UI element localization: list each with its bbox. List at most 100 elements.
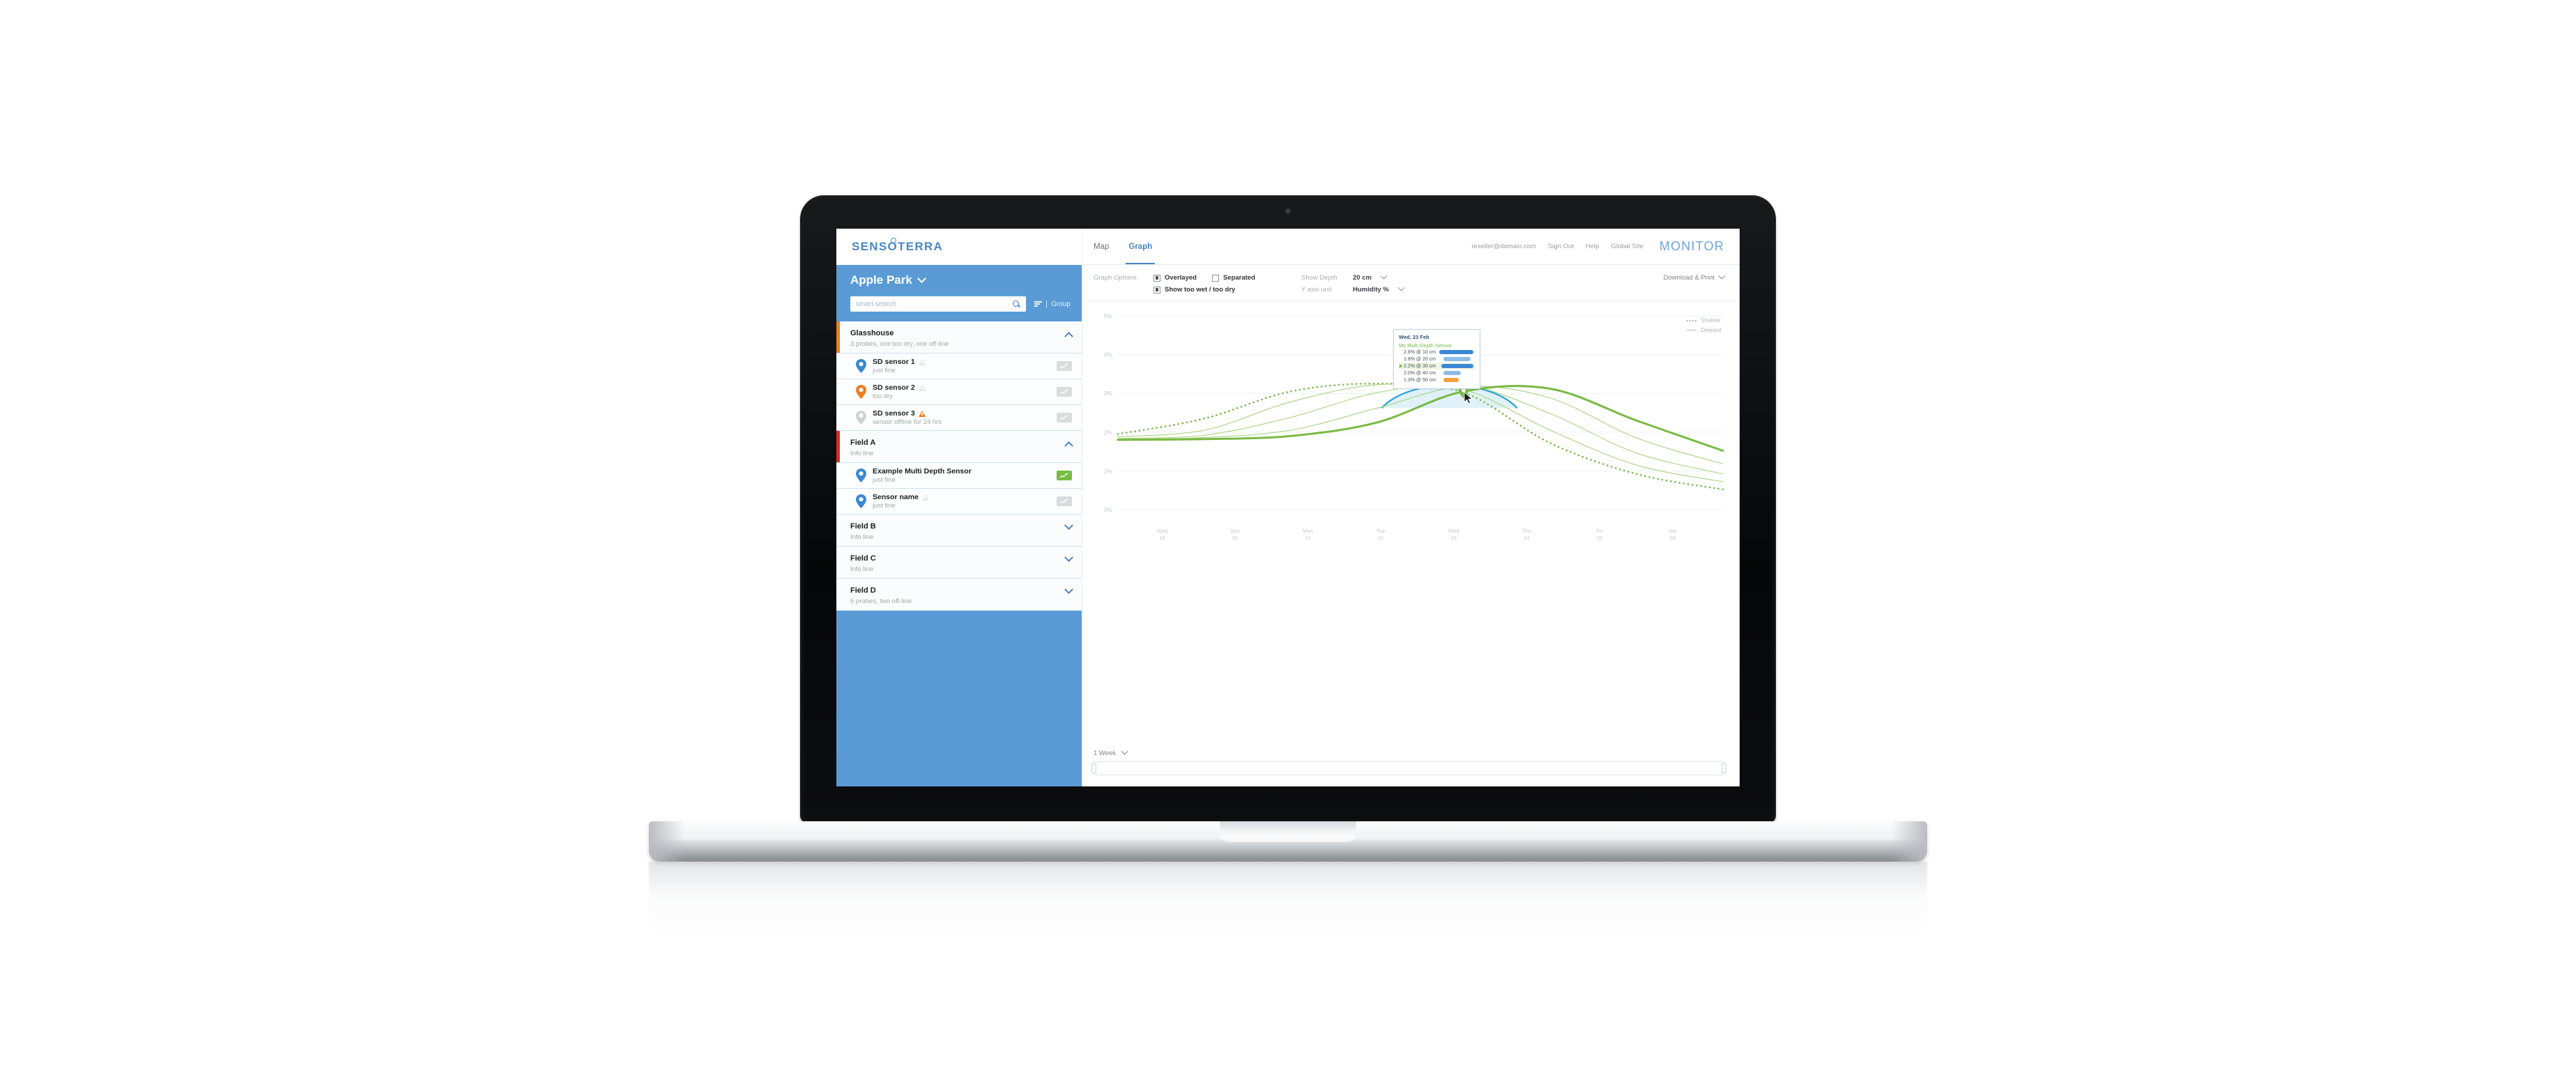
time-range-value: 1 Week <box>1094 749 1117 757</box>
sensor-group-list: Glasshouse 3 probes, one too dry, one off… <box>836 321 1082 611</box>
tab-map[interactable]: Map <box>1094 229 1109 264</box>
map-pin-icon <box>856 359 866 373</box>
sensor-row[interactable]: Sensor name just fine <box>836 489 1082 515</box>
show-too-wet-too-dry-checkbox[interactable]: Show too wet / too dry <box>1153 286 1235 294</box>
group-text: Field C Info line <box>850 551 876 573</box>
group-name: Field D <box>850 586 876 595</box>
tooltip-row-bar <box>1443 371 1462 375</box>
laptop-reflection <box>649 862 1927 938</box>
x-tick-date: 16 <box>1159 535 1165 542</box>
sensor-info: Example Multi Depth Sensor just fine <box>873 467 1050 484</box>
group-accent-bar <box>836 579 840 610</box>
sensor-group-field-b[interactable]: Field B Info line <box>836 515 1082 547</box>
sensor-chart-toggle[interactable] <box>1057 413 1072 422</box>
sensor-status: just fine <box>873 476 896 484</box>
sensor-group-field-c[interactable]: Field C Info line <box>836 547 1082 579</box>
sensoterra-app: SENSOTERRA Apple Park smart search Group… <box>836 229 1740 786</box>
search-input[interactable] <box>856 300 1013 308</box>
group-toggle[interactable] <box>1064 438 1073 450</box>
y-axis-unit-select[interactable]: Humidity % <box>1353 284 1405 294</box>
search-row: Group <box>850 296 1071 312</box>
group-text: Glasshouse 3 probes, one too dry, one off… <box>850 326 949 348</box>
sensor-row[interactable]: SD sensor 2 too dry <box>836 379 1082 405</box>
tab-graph[interactable]: Graph <box>1126 229 1156 264</box>
show-depth-select[interactable]: 20 cm <box>1353 272 1388 282</box>
chart-legend: Shallow Deepest <box>1687 317 1722 337</box>
time-range-slider[interactable] <box>1091 761 1726 775</box>
screenshot-stage: SENSOTERRA Apple Park smart search Group… <box>0 0 2576 1089</box>
sensor-row[interactable]: Example Multi Depth Sensor just fine <box>836 463 1082 489</box>
group-button[interactable]: Group <box>1034 300 1071 308</box>
sensor-info: Sensor name just fine <box>873 493 1050 510</box>
sensor-chart-toggle[interactable] <box>1057 471 1072 480</box>
map-pin-icon <box>856 385 866 399</box>
tooltip-row: 2.6% @ 10 cm <box>1399 349 1475 356</box>
group-accent-bar <box>836 431 840 462</box>
time-range-select[interactable]: 1 Week <box>1094 747 1724 757</box>
chart-plot[interactable]: 0% 1% 2% 3% 4% 5% Shallow Deepest Wed, 23 Feb … <box>1094 310 1724 526</box>
x-tick-day: Sun <box>1230 528 1240 534</box>
graph-options-bar: Graph Options Overlayed Separated Show D… <box>1082 265 1740 302</box>
slider-handle-left[interactable] <box>1091 763 1096 773</box>
monitor-product-logo: MONITOR <box>1659 239 1724 253</box>
sensor-group-glasshouse[interactable]: Glasshouse 3 probes, one too dry, one off… <box>836 321 1082 353</box>
sensor-status: just fine <box>873 502 896 510</box>
y-axis-unit-value: Humidity % <box>1353 286 1389 294</box>
group-toggle[interactable] <box>1064 553 1073 566</box>
tooltip-row-value: 2.2% @ 30 cm <box>1404 363 1436 369</box>
sensor-row[interactable]: SD sensor 1 just fine <box>836 353 1082 379</box>
group-toggle[interactable] <box>1064 521 1073 534</box>
tooltip-row-bar <box>1443 378 1459 382</box>
search-icon[interactable] <box>1013 300 1020 308</box>
group-text: Field A Info line <box>850 436 875 457</box>
chevron-down-icon <box>1121 747 1128 755</box>
x-tick-date: 25 <box>1596 535 1603 542</box>
sidebar: SENSOTERRA Apple Park smart search Group… <box>836 229 1082 786</box>
farm-selector[interactable]: Apple Park <box>850 273 1071 287</box>
group-button-label: Group <box>1051 300 1071 308</box>
logo-part-2: TERRA <box>898 240 944 253</box>
x-tick-date: 26 <box>1669 535 1676 542</box>
help-link[interactable]: Help <box>1586 243 1600 250</box>
group-name: Field C <box>850 554 876 563</box>
sensor-group-field-d[interactable]: Field D 6 probes, two off-line <box>836 579 1082 611</box>
tooltip-row-value: 1.8% @ 20 cm <box>1404 356 1436 362</box>
tooltip-row-value: 2.6% @ 10 cm <box>1404 349 1436 355</box>
brand-header: SENSOTERRA <box>836 229 1082 265</box>
map-pin-icon <box>856 494 866 508</box>
separated-checkbox[interactable]: Separated <box>1211 274 1255 282</box>
chevron-up-icon <box>1064 331 1073 341</box>
search-box[interactable] <box>850 296 1027 312</box>
download-print-label: Download & Print <box>1663 274 1715 282</box>
sensor-row[interactable]: SD sensor 3 sensor offline for 24 hrs <box>836 405 1082 431</box>
sensor-chart-toggle[interactable] <box>1057 387 1072 397</box>
tooltip-rows: 2.6% @ 10 cm 1.8% @ 20 cm 2.2% @ 30 cm 2.0%… <box>1399 349 1475 383</box>
tooltip-sensor-name: My Multi Depth Sensor <box>1399 342 1452 349</box>
group-toggle[interactable] <box>1064 585 1073 598</box>
sign-out-link[interactable]: Sign Out <box>1548 243 1574 250</box>
graph-options-row-1: Graph Options Overlayed Separated Show D… <box>1094 272 1726 284</box>
chevron-down-icon <box>1380 272 1388 280</box>
sensor-chart-toggle[interactable] <box>1057 361 1072 371</box>
x-tick-date: 24 <box>1524 535 1530 542</box>
slider-handle-right[interactable] <box>1722 763 1726 773</box>
sensor-group-field-a[interactable]: Field A Info line <box>836 431 1082 463</box>
sensor-name: Example Multi Depth Sensor <box>873 467 972 475</box>
warning-icon <box>918 384 926 391</box>
tooltip-row-bar <box>1439 350 1473 354</box>
nav-tabs: Map Graph <box>1094 229 1156 264</box>
tooltip-row: 1.3% @ 50 cm <box>1399 376 1475 383</box>
x-axis-tick: Sun 20 <box>1199 528 1272 542</box>
divider <box>1046 300 1048 308</box>
group-text: Field D 6 probes, two off-line <box>850 584 912 605</box>
sensor-chart-toggle[interactable] <box>1057 496 1072 506</box>
user-email[interactable]: reseller@domain.com <box>1471 243 1536 250</box>
tooltip-row-bar <box>1443 357 1471 361</box>
overlayed-checkbox[interactable]: Overlayed <box>1153 274 1197 282</box>
group-toggle[interactable] <box>1064 328 1073 341</box>
svg-text:4%: 4% <box>1104 352 1112 358</box>
global-site-link[interactable]: Global Site <box>1611 243 1643 250</box>
overlayed-label: Overlayed <box>1165 274 1197 282</box>
sensor-status: too dry <box>873 393 894 400</box>
download-print-button[interactable]: Download & Print <box>1663 272 1726 282</box>
